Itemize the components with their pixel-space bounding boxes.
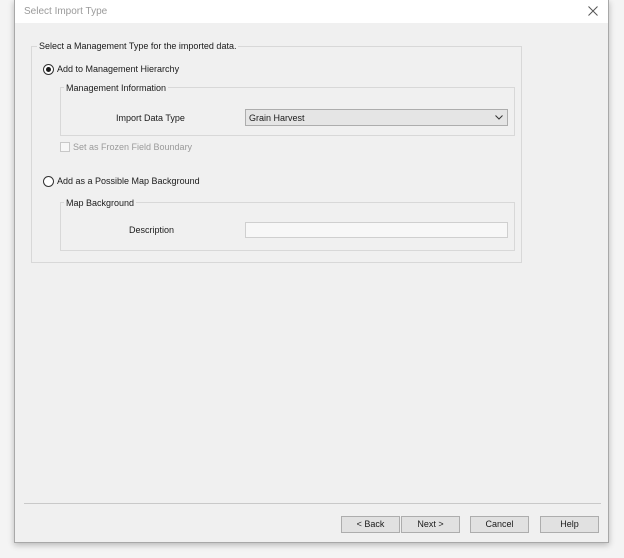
map-background-caption: Map Background — [64, 198, 137, 209]
import-data-type-value: Grain Harvest — [249, 113, 305, 123]
window-title: Select Import Type — [24, 6, 108, 17]
description-label: Description — [129, 225, 175, 235]
hierarchy-radio[interactable] — [43, 64, 54, 75]
close-icon — [588, 6, 598, 16]
import-data-type-label: Import Data Type — [116, 113, 185, 123]
map-background-radio-label[interactable]: Add as a Possible Map Background — [57, 176, 200, 187]
map-background-group: Map Background Description — [60, 198, 515, 251]
footer-separator — [24, 503, 601, 504]
frozen-boundary-checkbox[interactable] — [60, 142, 70, 152]
cancel-button[interactable]: Cancel — [470, 516, 529, 533]
hierarchy-radio-label[interactable]: Add to Management Hierarchy — [57, 64, 179, 75]
management-info-caption: Management Information — [64, 83, 169, 94]
next-button[interactable]: Next > — [401, 516, 460, 533]
close-button[interactable] — [578, 0, 608, 23]
chevron-down-icon — [495, 115, 503, 120]
title-bar: Select Import Type — [15, 0, 608, 23]
import-data-type-select[interactable]: Grain Harvest — [245, 109, 508, 126]
management-type-caption: Select a Management Type for the importe… — [37, 41, 239, 52]
management-type-group: Select a Management Type for the importe… — [31, 41, 522, 263]
description-input[interactable] — [245, 222, 508, 238]
import-type-dialog: Select Import Type Select a Management T… — [14, 0, 609, 543]
management-info-group: Management Information Import Data Type … — [60, 83, 515, 136]
back-button[interactable]: < Back — [341, 516, 400, 533]
map-background-radio[interactable] — [43, 176, 54, 187]
help-button[interactable]: Help — [540, 516, 599, 533]
frozen-boundary-label: Set as Frozen Field Boundary — [73, 142, 193, 152]
